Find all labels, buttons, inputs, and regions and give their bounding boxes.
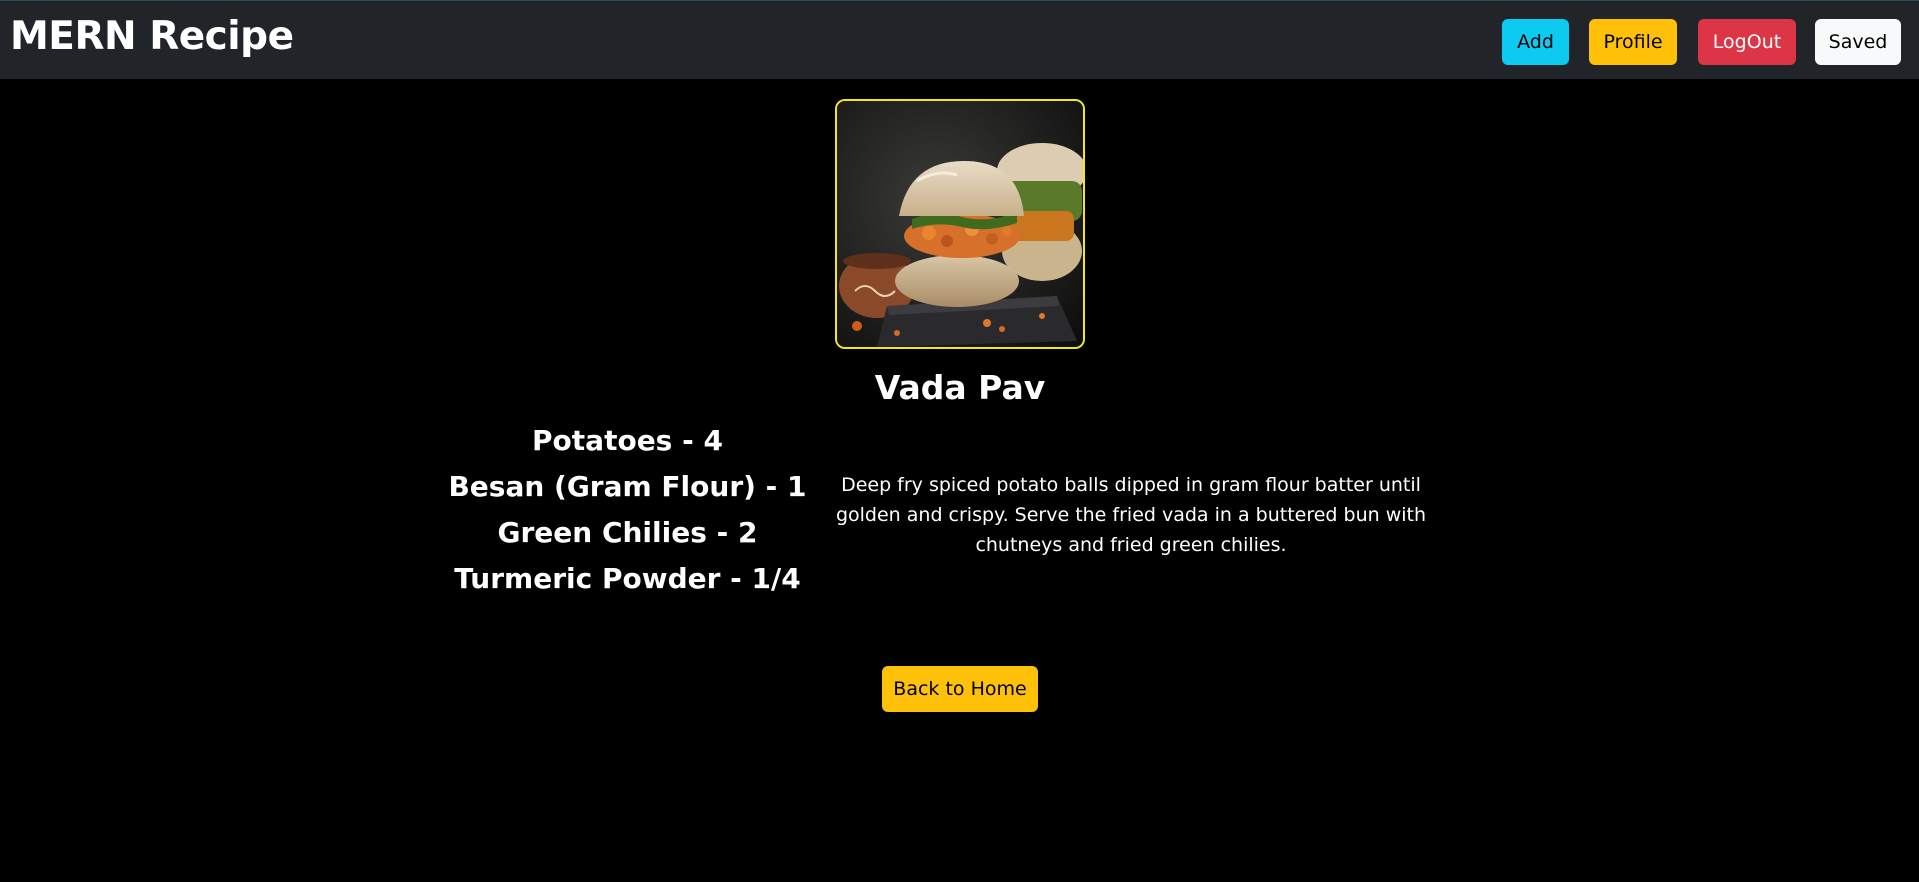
ingredient-item: Turmeric Powder - 1/4 — [454, 562, 801, 595]
recipe-title: Vada Pav — [874, 368, 1046, 407]
saved-button[interactable]: Saved — [1815, 19, 1901, 65]
ingredient-item: Potatoes - 4 — [532, 424, 723, 457]
profile-button[interactable]: Profile — [1589, 19, 1677, 65]
ingredient-item: Green Chilies - 2 — [497, 516, 758, 549]
brand-title[interactable]: MERN Recipe — [10, 14, 294, 59]
add-button[interactable]: Add — [1502, 19, 1569, 65]
ingredient-item: Besan (Gram Flour) - 1 — [448, 470, 807, 503]
navbar: MERN Recipe Add Profile LogOut Saved — [0, 0, 1919, 79]
back-to-home-button[interactable]: Back to Home — [882, 666, 1038, 712]
recipe-instructions: Deep fry spiced potato balls dipped in g… — [835, 474, 1427, 556]
ingredients-list: Potatoes - 4 Besan (Gram Flour) - 1 Gree… — [425, 418, 830, 602]
logout-button[interactable]: LogOut — [1698, 19, 1796, 65]
vada-pav-photo — [837, 101, 1083, 347]
recipe-image — [835, 99, 1085, 349]
